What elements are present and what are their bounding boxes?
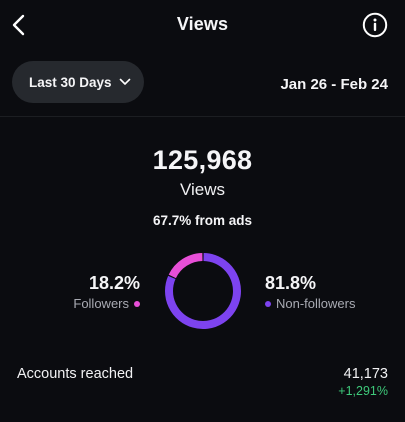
total-views-label: Views bbox=[179, 180, 226, 199]
date-range-dropdown-label: Last 30 Days bbox=[29, 74, 112, 90]
non-followers-legend-dot bbox=[265, 300, 271, 307]
chevron-down-icon bbox=[119, 78, 131, 86]
followers-legend: Followers bbox=[40, 296, 140, 311]
followers-label: Followers bbox=[73, 296, 129, 311]
followers-stat: 18.2% Followers bbox=[40, 273, 140, 311]
followers-legend-dot bbox=[134, 300, 140, 307]
non-followers-label: Non-followers bbox=[276, 296, 356, 311]
date-range-text: Jan 26 - Feb 24 bbox=[280, 76, 388, 93]
non-followers-legend: Non-followers bbox=[265, 296, 395, 311]
non-followers-stat: 81.8% Non-followers bbox=[265, 273, 395, 311]
followers-segment bbox=[168, 253, 203, 279]
top-bar: Views bbox=[0, 0, 405, 50]
date-range-dropdown[interactable]: Last 30 Days bbox=[12, 61, 144, 103]
accounts-reached-value: 41,173 bbox=[343, 366, 388, 382]
followers-percent: 18.2% bbox=[88, 273, 140, 293]
info-circle-icon bbox=[362, 12, 388, 38]
page-title: Views bbox=[176, 14, 229, 34]
views-donut-chart bbox=[165, 253, 241, 329]
accounts-reached-change: +1,291% bbox=[338, 384, 388, 398]
non-followers-percent: 81.8% bbox=[265, 273, 317, 293]
section-divider bbox=[0, 116, 405, 117]
info-button[interactable] bbox=[362, 12, 388, 38]
ads-share-text: 67.7% from ads bbox=[152, 213, 253, 228]
accounts-reached-label: Accounts reached bbox=[17, 366, 134, 382]
total-views-value: 125,968 bbox=[152, 145, 253, 175]
